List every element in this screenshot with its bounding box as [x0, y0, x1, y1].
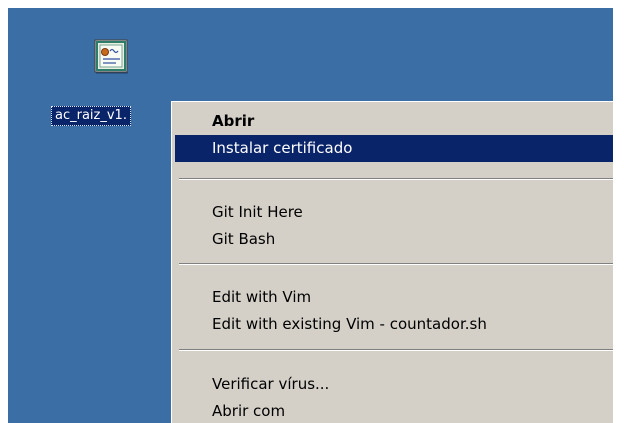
- menu-separator: [179, 349, 613, 351]
- menu-item-edit-with-existing-vim[interactable]: Edit with existing Vim - countador.sh: [175, 311, 613, 338]
- menu-item-instalar-certificado[interactable]: Instalar certificado: [175, 135, 613, 162]
- menu-item-git-init-here[interactable]: Git Init Here: [175, 199, 613, 226]
- desktop: ac_raiz_v1. Abrir Instalar certificado G…: [8, 8, 613, 423]
- menu-item-abrir-com[interactable]: Abrir com: [175, 398, 613, 423]
- menu-item-edit-with-vim[interactable]: Edit with Vim: [175, 284, 613, 311]
- menu-separator: [179, 263, 613, 265]
- menu-item-git-bash[interactable]: Git Bash: [175, 226, 613, 253]
- menu-item-verificar-virus[interactable]: Verificar vírus...: [175, 371, 613, 398]
- menu-item-abrir[interactable]: Abrir: [175, 108, 613, 135]
- menu-separator: [179, 178, 613, 180]
- certificate-icon[interactable]: [94, 39, 128, 75]
- file-label[interactable]: ac_raiz_v1.: [51, 106, 131, 126]
- context-menu: Abrir Instalar certificado Git Init Here…: [171, 101, 613, 423]
